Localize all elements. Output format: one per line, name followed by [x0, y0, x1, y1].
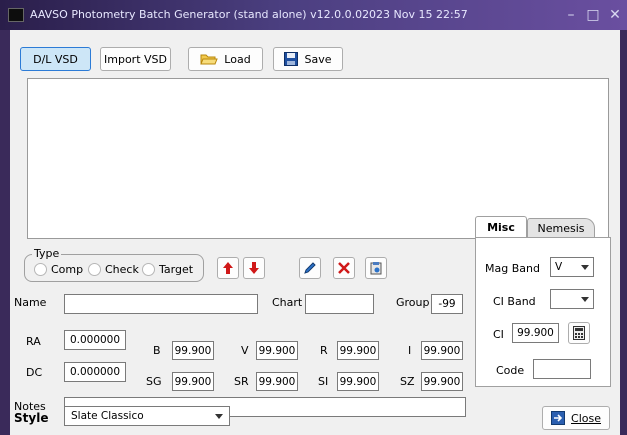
close-button[interactable]: Close: [542, 406, 610, 430]
si-label: SI: [318, 375, 329, 388]
ra-label: RA: [26, 335, 41, 348]
sz-input[interactable]: 99.900: [421, 372, 463, 391]
sr-label: SR: [234, 375, 249, 388]
title-bar: AAVSO Photometry Batch Generator (stand …: [0, 0, 627, 30]
group-label: Group: [396, 296, 430, 309]
calculator-button[interactable]: [568, 322, 590, 344]
mag-band-select[interactable]: V: [550, 257, 594, 277]
radio-comp[interactable]: Comp: [34, 263, 83, 276]
sg-input[interactable]: 99.900: [172, 372, 214, 391]
calculator-icon: [573, 326, 585, 340]
tab-misc[interactable]: Misc: [475, 216, 527, 238]
b-label: B: [153, 344, 161, 357]
name-input[interactable]: [64, 294, 258, 314]
delete-x-icon: [338, 262, 350, 274]
exit-door-icon: [551, 411, 566, 425]
code-label: Code: [496, 364, 525, 377]
code-input[interactable]: [533, 359, 591, 379]
radio-check[interactable]: Check: [88, 263, 139, 276]
footer-divider: [10, 397, 620, 398]
r-label: R: [320, 344, 328, 357]
clipboard-button[interactable]: [365, 257, 387, 279]
edit-button[interactable]: [299, 257, 321, 279]
floppy-disk-icon: [284, 52, 299, 66]
close-window-button[interactable]: ✕: [605, 5, 625, 25]
radio-comp-circle[interactable]: [34, 263, 47, 276]
radio-comp-label: Comp: [51, 263, 84, 276]
load-button[interactable]: Load: [188, 47, 263, 71]
sz-label: SZ: [400, 375, 415, 388]
ci-input[interactable]: 99.900: [512, 323, 559, 343]
mag-band-label: Mag Band: [485, 262, 540, 275]
save-label: Save: [304, 52, 332, 66]
type-group-legend: Type: [32, 247, 62, 260]
dc-label: DC: [26, 366, 43, 379]
b-input[interactable]: 99.900: [172, 341, 214, 360]
ci-band-label: CI Band: [493, 295, 536, 308]
chart-input[interactable]: [305, 294, 374, 314]
import-vsd-button[interactable]: Import VSD: [100, 47, 171, 71]
chart-label: Chart: [272, 296, 303, 309]
style-value: Slate Classico: [71, 410, 144, 422]
maximize-button[interactable]: □: [583, 5, 603, 25]
save-button[interactable]: Save: [273, 47, 343, 71]
name-label: Name: [14, 296, 47, 309]
down-arrow-icon: [249, 262, 259, 274]
up-arrow-icon: [223, 262, 233, 274]
si-input[interactable]: 99.900: [337, 372, 379, 391]
v-label: V: [241, 344, 249, 357]
move-down-button[interactable]: [243, 257, 265, 279]
mag-band-value: V: [555, 261, 563, 273]
move-up-button[interactable]: [217, 257, 239, 279]
chevron-down-icon: [581, 264, 589, 270]
folder-open-icon: [200, 54, 219, 65]
i-label: I: [408, 344, 412, 357]
window-title: AAVSO Photometry Batch Generator (stand …: [30, 8, 468, 21]
tab-misc-label: Misc: [487, 221, 515, 234]
ci-band-select[interactable]: [550, 289, 594, 309]
radio-target-circle[interactable]: [142, 263, 155, 276]
star-list-box[interactable]: [27, 78, 609, 239]
style-select[interactable]: Slate Classico: [64, 406, 230, 426]
chevron-down-icon: [215, 413, 223, 419]
i-input[interactable]: 99.900: [421, 341, 463, 360]
group-input[interactable]: -99: [431, 294, 463, 314]
ci-label: CI: [493, 328, 504, 341]
dl-vsd-label: D/L VSD: [33, 52, 78, 66]
tab-nemesis-label: Nemesis: [537, 222, 585, 235]
dc-input[interactable]: 0.000000: [64, 362, 126, 382]
r-input[interactable]: 99.900: [337, 341, 379, 360]
load-label: Load: [224, 52, 251, 66]
close-label: Close: [571, 411, 601, 425]
pencil-icon: [304, 262, 316, 274]
client-area: D/L VSD Import VSD Load Save Type Comp C…: [10, 30, 620, 435]
import-vsd-label: Import VSD: [104, 52, 167, 66]
radio-target-label: Target: [159, 263, 194, 276]
clipboard-icon: [370, 262, 382, 275]
sg-label: SG: [146, 375, 162, 388]
sr-input[interactable]: 99.900: [256, 372, 298, 391]
minimize-button[interactable]: –: [561, 5, 581, 25]
dl-vsd-button[interactable]: D/L VSD: [20, 47, 91, 71]
app-icon: [8, 8, 24, 22]
ra-input[interactable]: 0.000000: [64, 330, 126, 350]
style-label: Style: [14, 411, 49, 425]
v-input[interactable]: 99.900: [256, 341, 298, 360]
tab-nemesis[interactable]: Nemesis: [527, 218, 595, 238]
radio-check-label: Check: [105, 263, 139, 276]
chevron-down-icon: [581, 296, 589, 302]
delete-button[interactable]: [333, 257, 355, 279]
radio-target[interactable]: Target: [142, 263, 193, 276]
radio-check-circle[interactable]: [88, 263, 101, 276]
